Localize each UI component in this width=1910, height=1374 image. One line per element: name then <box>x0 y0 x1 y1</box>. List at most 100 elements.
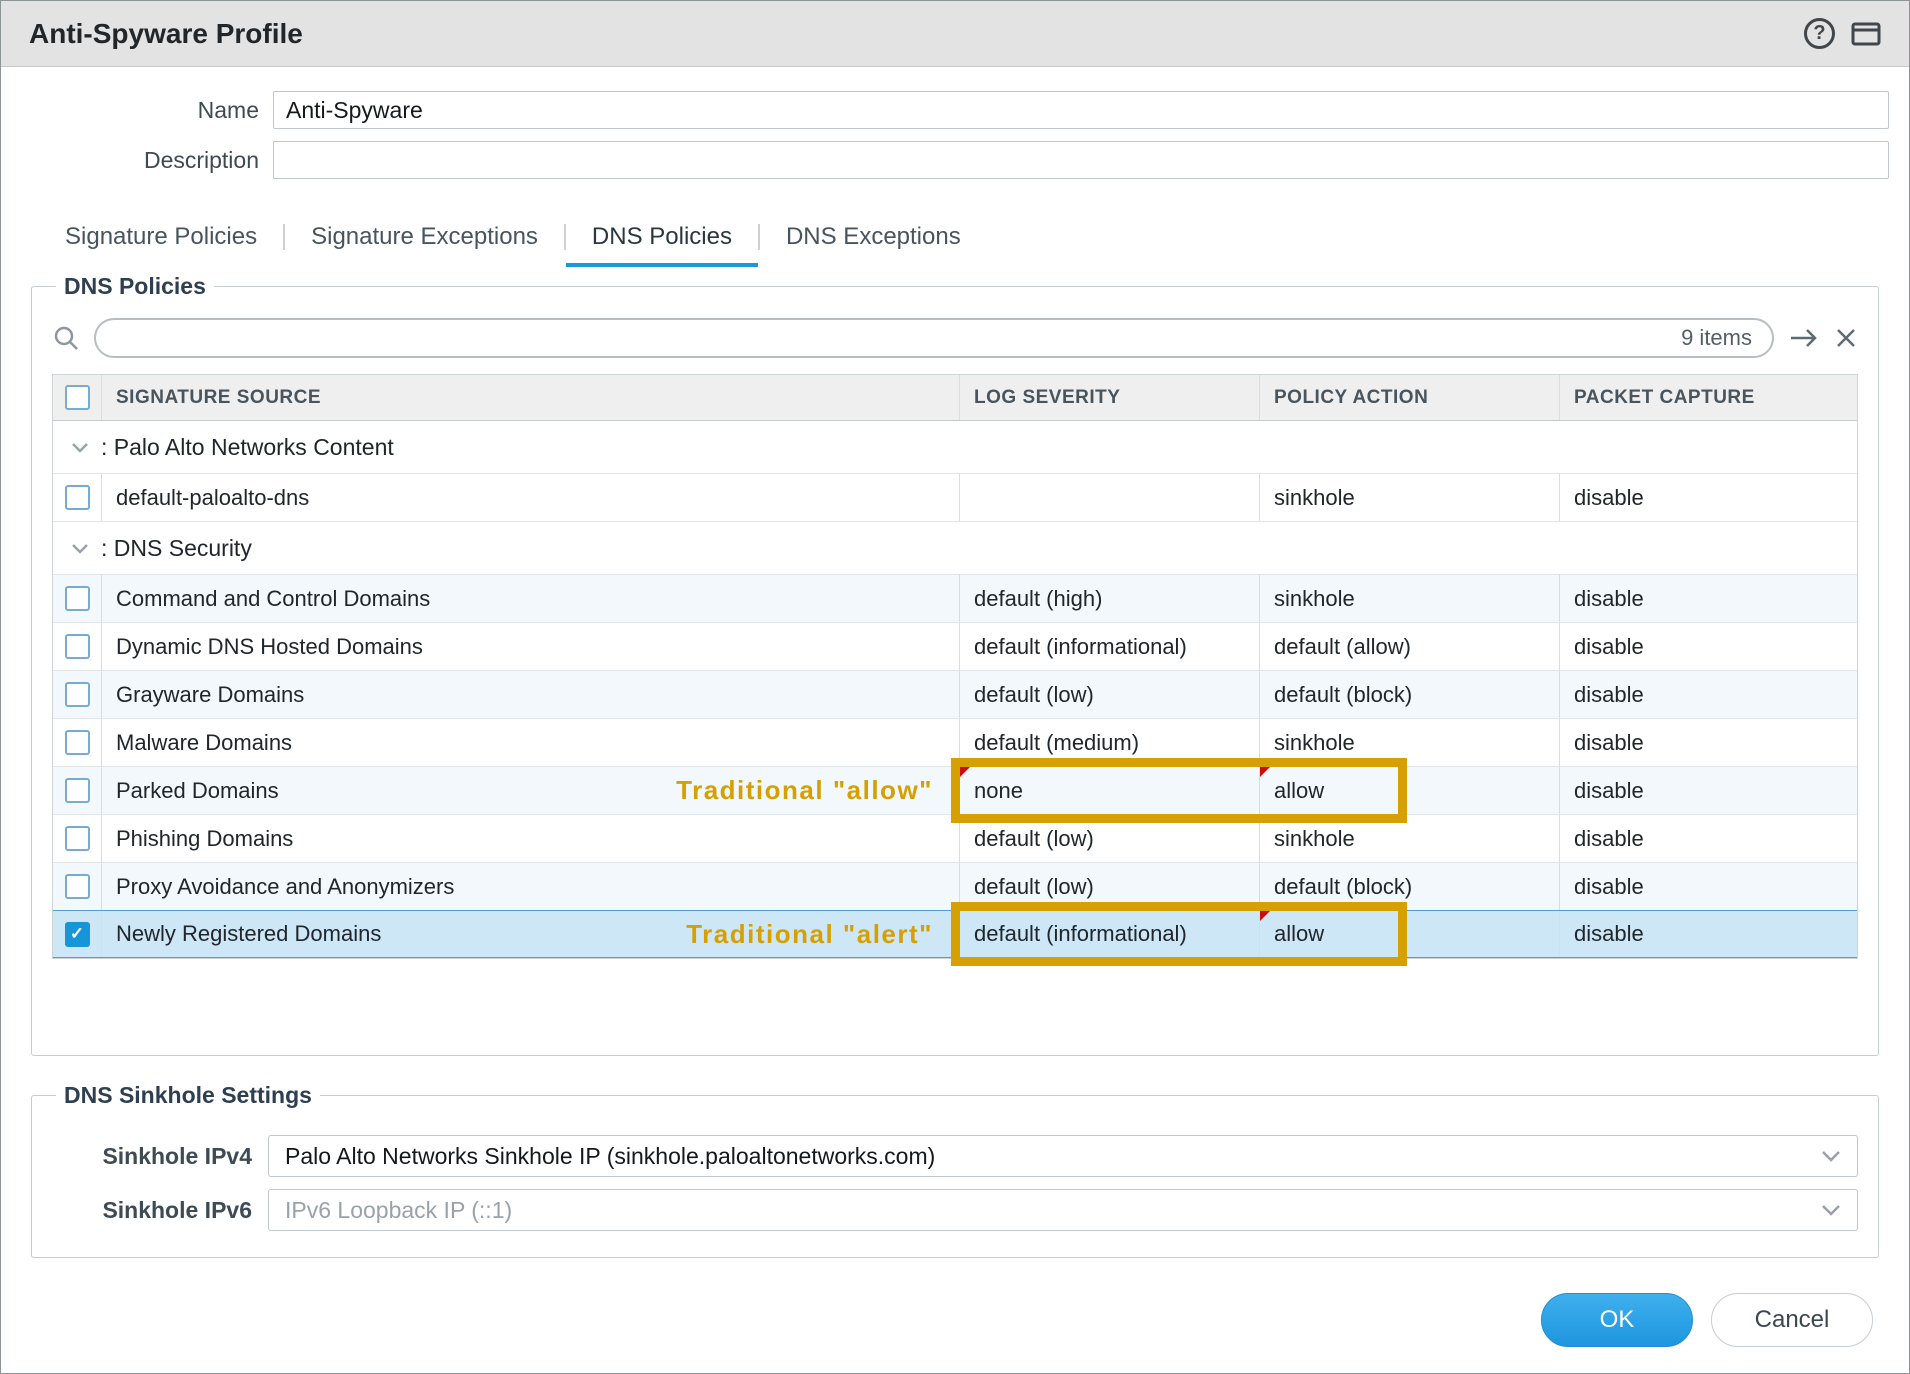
table-row[interactable]: Dynamic DNS Hosted Domains default (infor… <box>53 623 1857 671</box>
row-checkbox-cell <box>53 671 101 718</box>
select-all-cell <box>53 375 101 420</box>
packet-capture-cell: disable <box>1559 767 1857 814</box>
name-input[interactable] <box>273 91 1889 129</box>
table-row[interactable]: Command and Control Domainsdefault (high… <box>53 575 1857 623</box>
log-severity-cell: none <box>959 767 1259 814</box>
annotation-label: Traditional "allow" <box>676 775 959 806</box>
dialog-footer: OK Cancel <box>1 1293 1909 1373</box>
description-input[interactable] <box>273 141 1889 179</box>
tab-bar: Signature Policies Signature Exceptions … <box>39 215 1909 267</box>
row-checkbox-cell <box>53 623 101 670</box>
signature-source-label: Command and Control Domains <box>116 586 430 612</box>
clear-filter-close-icon[interactable] <box>1834 326 1858 350</box>
tab-dns-exceptions[interactable]: DNS Exceptions <box>760 215 987 267</box>
sinkhole-ipv6-value: IPv6 Loopback IP (::1) <box>285 1197 512 1224</box>
row-checkbox-cell <box>53 474 101 521</box>
table-row[interactable]: Parked Domains Traditional "allow"noneall… <box>53 767 1857 815</box>
description-row: Description <box>1 141 1909 179</box>
log-severity-cell: default (low) <box>959 671 1259 718</box>
sinkhole-ipv4-label: Sinkhole IPv4 <box>52 1143 268 1170</box>
table-row[interactable]: Proxy Avoidance and Anonymizersdefault (… <box>53 863 1857 911</box>
policy-action-cell: sinkhole <box>1259 575 1559 622</box>
titlebar-icons: ? <box>1804 18 1881 49</box>
row-checkbox-cell: ✓ <box>53 911 101 957</box>
dns-sinkhole-legend: DNS Sinkhole Settings <box>56 1082 320 1109</box>
signature-source-label: Newly Registered Domains <box>116 921 381 947</box>
packet-capture-cell: disable <box>1559 911 1857 957</box>
tab-signature-exceptions[interactable]: Signature Exceptions <box>285 215 564 267</box>
select-all-checkbox[interactable] <box>65 385 90 410</box>
chevron-down-icon <box>1821 1204 1841 1216</box>
sinkhole-ipv4-select[interactable]: Palo Alto Networks Sinkhole IP (sinkhole… <box>268 1135 1858 1177</box>
column-header-log-severity[interactable]: LOG SEVERITY <box>959 375 1259 420</box>
chevron-down-icon <box>1821 1150 1841 1162</box>
packet-capture-cell: disable <box>1559 719 1857 766</box>
ok-button[interactable]: OK <box>1541 1293 1693 1347</box>
row-checkbox[interactable] <box>65 826 90 851</box>
table-row[interactable]: ✓ Newly Registered DomainsTraditional "al… <box>53 910 1857 958</box>
table-header: SIGNATURE SOURCE LOG SEVERITY POLICY ACT… <box>53 375 1857 421</box>
policy-action-cell: sinkhole <box>1259 719 1559 766</box>
row-checkbox[interactable] <box>65 682 90 707</box>
column-header-packet-capture[interactable]: PACKET CAPTURE <box>1559 375 1857 420</box>
signature-source-cell: Malware Domains <box>101 719 959 766</box>
search-icon[interactable] <box>52 324 80 352</box>
row-checkbox[interactable] <box>65 485 90 510</box>
row-checkbox[interactable] <box>65 730 90 755</box>
table-row[interactable]: Grayware Domainsdefault (low)default (bl… <box>53 671 1857 719</box>
dialog-title: Anti-Spyware Profile <box>29 18 303 50</box>
signature-source-cell: Newly Registered DomainsTraditional "ale… <box>101 911 959 957</box>
policy-action-cell: default (allow) <box>1259 623 1559 670</box>
policy-action-cell: default (block) <box>1259 863 1559 910</box>
table-body: : Palo Alto Networks Content default-palo… <box>53 421 1857 958</box>
packet-capture-cell: disable <box>1559 671 1857 718</box>
sinkhole-ipv6-row: Sinkhole IPv6 IPv6 Loopback IP (::1) <box>52 1189 1858 1231</box>
column-header-policy-action[interactable]: POLICY ACTION <box>1259 375 1559 420</box>
policy-action-cell: allow <box>1259 767 1559 814</box>
table-row[interactable]: Phishing Domainsdefault (low)sinkholedis… <box>53 815 1857 863</box>
cancel-button[interactable]: Cancel <box>1711 1293 1873 1347</box>
policy-action-cell: default (block) <box>1259 671 1559 718</box>
packet-capture-cell: disable <box>1559 623 1857 670</box>
row-checkbox[interactable] <box>65 778 90 803</box>
row-checkbox-cell <box>53 767 101 814</box>
apply-filter-arrow-icon[interactable] <box>1788 325 1820 351</box>
row-checkbox[interactable]: ✓ <box>65 922 90 947</box>
policy-action-cell: sinkhole <box>1259 474 1559 521</box>
name-label: Name <box>1 97 273 124</box>
tab-signature-policies[interactable]: Signature Policies <box>39 215 283 267</box>
log-severity-cell: default (informational) <box>959 911 1259 957</box>
group-label: : Palo Alto Networks Content <box>101 434 394 461</box>
signature-source-cell: Command and Control Domains <box>101 575 959 622</box>
row-checkbox[interactable] <box>65 874 90 899</box>
group-row[interactable]: : DNS Security <box>53 522 1857 575</box>
table-row[interactable]: default-paloalto-dnssinkholedisable <box>53 474 1857 522</box>
anti-spyware-profile-dialog: Anti-Spyware Profile ? Name Description … <box>0 0 1910 1374</box>
search-input[interactable] <box>116 324 1681 352</box>
group-row[interactable]: : Palo Alto Networks Content <box>53 421 1857 474</box>
help-icon[interactable]: ? <box>1804 18 1835 49</box>
table-row[interactable]: Malware Domainsdefault (medium)sinkholed… <box>53 719 1857 767</box>
sinkhole-ipv6-select[interactable]: IPv6 Loopback IP (::1) <box>268 1189 1858 1231</box>
row-checkbox-cell <box>53 863 101 910</box>
signature-source-cell: Dynamic DNS Hosted Domains <box>101 623 959 670</box>
signature-source-label: Malware Domains <box>116 730 292 756</box>
signature-source-label: Phishing Domains <box>116 826 293 852</box>
signature-source-label: Dynamic DNS Hosted Domains <box>116 634 423 660</box>
name-row: Name <box>1 91 1909 129</box>
signature-source-label: Parked Domains <box>116 778 279 804</box>
packet-capture-cell: disable <box>1559 863 1857 910</box>
window-icon[interactable] <box>1851 22 1881 46</box>
log-severity-cell: default (informational) <box>959 623 1259 670</box>
column-header-signature-source[interactable]: SIGNATURE SOURCE <box>101 375 959 420</box>
row-checkbox-cell <box>53 719 101 766</box>
policy-action-cell: sinkhole <box>1259 815 1559 862</box>
chevron-down-icon[interactable] <box>71 442 89 453</box>
row-checkbox[interactable] <box>65 586 90 611</box>
tab-dns-policies[interactable]: DNS Policies <box>566 215 758 267</box>
packet-capture-cell: disable <box>1559 474 1857 521</box>
chevron-down-icon[interactable] <box>71 543 89 554</box>
row-checkbox[interactable] <box>65 634 90 659</box>
dns-policies-table: SIGNATURE SOURCE LOG SEVERITY POLICY ACT… <box>52 374 1858 959</box>
dialog-content: Name Description Signature Policies Sign… <box>1 67 1909 1373</box>
